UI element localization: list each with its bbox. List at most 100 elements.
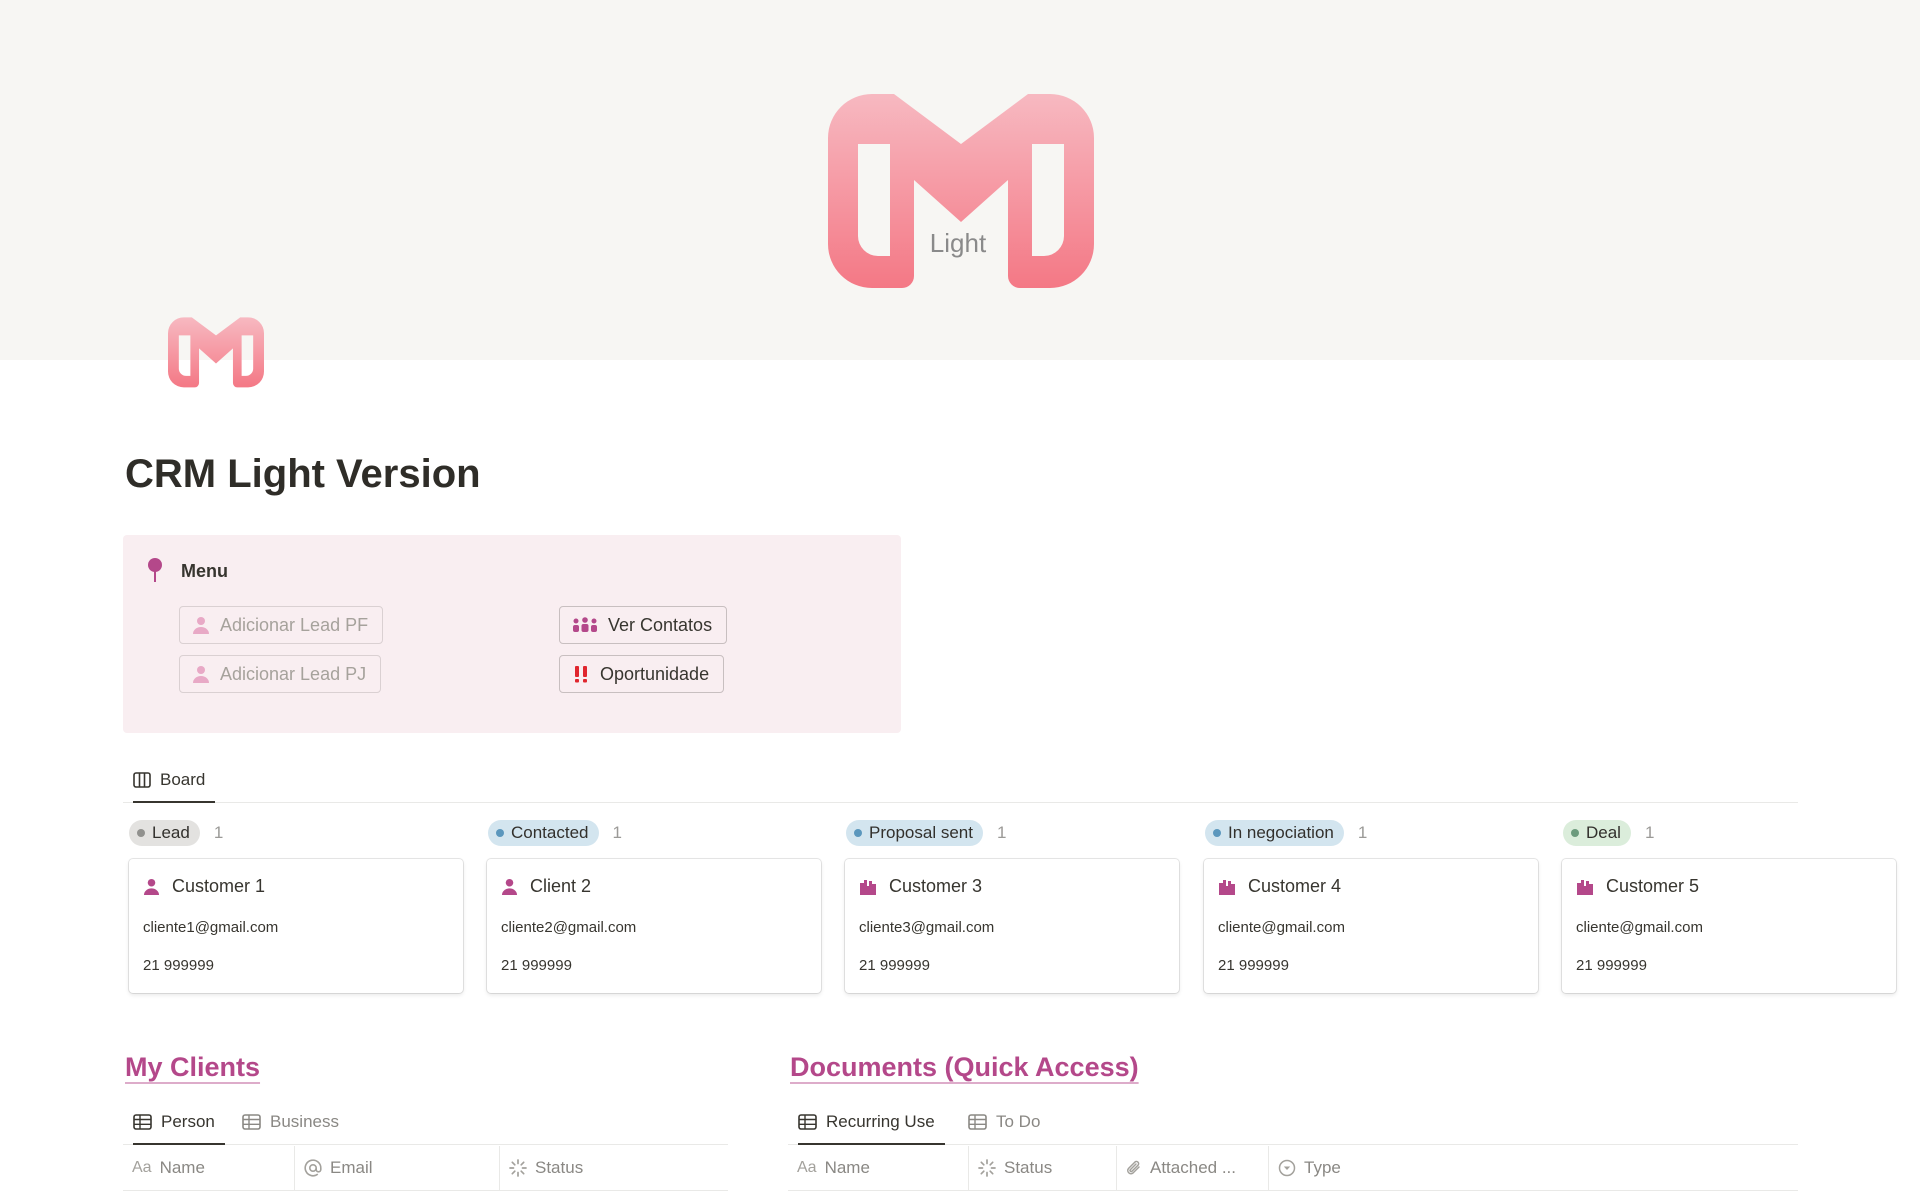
- column-header-label: Name: [824, 1158, 870, 1177]
- pushpin-icon: [148, 558, 162, 582]
- board-icon: [133, 772, 151, 788]
- card-email: cliente@gmail.com: [1218, 919, 1345, 936]
- card-email: cliente@gmail.com: [1576, 919, 1703, 936]
- building-icon: [1218, 878, 1236, 895]
- documents-title[interactable]: Documents (Quick Access): [790, 1052, 1139, 1083]
- tab-board[interactable]: Board: [133, 758, 216, 803]
- status-label: Contacted: [511, 823, 589, 842]
- card-phone: 21 999999: [143, 957, 214, 974]
- tab-to-do-label: To Do: [996, 1112, 1041, 1131]
- status-loader-icon: [978, 1159, 996, 1177]
- tab-business[interactable]: Business: [242, 1100, 339, 1144]
- logo-text: Light: [930, 228, 987, 258]
- status-badge: Proposal sent: [846, 820, 983, 846]
- status-label: Lead: [152, 823, 190, 842]
- board-card[interactable]: Customer 4 cliente@gmail.com 21 999999: [1204, 859, 1538, 993]
- column-count: 1: [996, 823, 1007, 842]
- text-property-icon: Aa: [797, 1159, 817, 1176]
- column-header-label: Type: [1304, 1158, 1341, 1177]
- board-card[interactable]: Client 2 cliente2@gmail.com 21 999999: [487, 859, 821, 993]
- status-dot: [1571, 829, 1579, 837]
- cover-image: Light: [0, 0, 1920, 360]
- column-count: 1: [1644, 823, 1655, 842]
- card-phone: 21 999999: [1576, 957, 1647, 974]
- status-badge: Deal: [1563, 820, 1631, 846]
- person-icon: [192, 616, 210, 634]
- board-column-header[interactable]: In negociation 1: [1205, 820, 1367, 846]
- view-contacts-button[interactable]: Ver Contatos: [559, 606, 728, 644]
- tab-board-label: Board: [160, 770, 206, 789]
- board-card[interactable]: Customer 1 cliente1@gmail.com 21 999999: [129, 859, 463, 993]
- card-phone: 21 999999: [1218, 957, 1289, 974]
- add-lead-pf-button[interactable]: Adicionar Lead PF: [179, 606, 384, 644]
- column-header-name[interactable]: Aa Name: [123, 1146, 294, 1190]
- column-count: 1: [213, 823, 224, 842]
- select-property-icon: [1278, 1159, 1296, 1177]
- board-view-tabs: Board: [123, 758, 1798, 803]
- card-phone: 21 999999: [859, 957, 930, 974]
- tab-recurring-use[interactable]: Recurring Use: [798, 1100, 945, 1145]
- column-header-label: Email: [330, 1158, 373, 1177]
- tab-person[interactable]: Person: [133, 1100, 225, 1145]
- board-column-header[interactable]: Proposal sent 1: [846, 820, 1006, 846]
- tab-person-label: Person: [161, 1112, 215, 1131]
- card-email: cliente1@gmail.com: [143, 919, 279, 936]
- tab-to-do[interactable]: To Do: [968, 1100, 1040, 1144]
- add-lead-pf-label: Adicionar Lead PF: [220, 614, 369, 635]
- add-lead-pj-button[interactable]: Adicionar Lead PJ: [179, 655, 382, 693]
- column-header-email[interactable]: Email: [294, 1146, 499, 1190]
- status-dot: [854, 829, 862, 837]
- table-icon: [133, 1114, 152, 1130]
- my-clients-tabs: Person Business: [123, 1100, 728, 1145]
- status-badge: Contacted: [488, 820, 599, 846]
- person-icon: [501, 878, 518, 895]
- column-count: 1: [1357, 823, 1368, 842]
- status-badge: Lead: [129, 820, 200, 846]
- card-phone: 21 999999: [501, 957, 572, 974]
- person-icon: [192, 665, 210, 683]
- page-title: CRM Light Version: [125, 452, 481, 496]
- card-title: Customer 5: [1606, 876, 1700, 896]
- column-header-attached[interactable]: Attached ...: [1116, 1146, 1268, 1190]
- building-icon: [859, 878, 877, 895]
- opportunity-label: Oportunidade: [600, 663, 710, 684]
- table-icon: [242, 1114, 261, 1130]
- board-card[interactable]: Customer 5 cliente@gmail.com 21 999999: [1562, 859, 1896, 993]
- column-header-label: Name: [159, 1158, 205, 1177]
- tab-recurring-use-label: Recurring Use: [826, 1112, 935, 1131]
- people-icon: [572, 617, 598, 633]
- table-icon: [968, 1114, 987, 1130]
- person-icon: [143, 878, 160, 895]
- documents-tabs: Recurring Use To Do: [788, 1100, 1798, 1145]
- column-count: 1: [612, 823, 622, 842]
- status-label: In negociation: [1228, 823, 1334, 842]
- card-email: cliente3@gmail.com: [859, 919, 995, 936]
- my-clients-title[interactable]: My Clients: [125, 1052, 260, 1083]
- status-dot: [496, 829, 504, 837]
- column-header-status[interactable]: Status: [499, 1146, 728, 1190]
- status-label: Deal: [1586, 823, 1621, 842]
- column-header-type[interactable]: Type: [1268, 1146, 1468, 1190]
- column-header-name[interactable]: Aa Name: [788, 1146, 968, 1190]
- board-card[interactable]: Customer 3 cliente3@gmail.com 21 999999: [845, 859, 1179, 993]
- card-email: cliente2@gmail.com: [501, 919, 637, 936]
- card-title: Customer 1: [172, 876, 266, 896]
- status-label: Proposal sent: [869, 823, 973, 842]
- add-lead-pj-label: Adicionar Lead PJ: [220, 663, 367, 684]
- my-clients-table-header: Aa Name Email Status: [123, 1146, 728, 1191]
- text-property-icon: Aa: [132, 1159, 152, 1176]
- documents-table-header: Aa Name Status Attached ... Type: [788, 1146, 1798, 1191]
- board-column-header[interactable]: Lead 1: [129, 820, 223, 846]
- status-dot: [137, 829, 145, 837]
- at-sign-icon: [304, 1159, 322, 1177]
- board-column-header[interactable]: Contacted 1: [488, 820, 622, 846]
- menu-title: Menu: [181, 561, 228, 581]
- card-title: Customer 3: [889, 876, 983, 896]
- board-column-header[interactable]: Deal 1: [1563, 820, 1654, 846]
- opportunity-button[interactable]: Oportunidade: [559, 655, 725, 693]
- double-exclamation-icon: [572, 665, 590, 683]
- column-header-status[interactable]: Status: [968, 1146, 1116, 1190]
- card-title: Customer 4: [1248, 876, 1342, 896]
- page-icon: [168, 317, 264, 388]
- column-header-label: Status: [1004, 1158, 1053, 1177]
